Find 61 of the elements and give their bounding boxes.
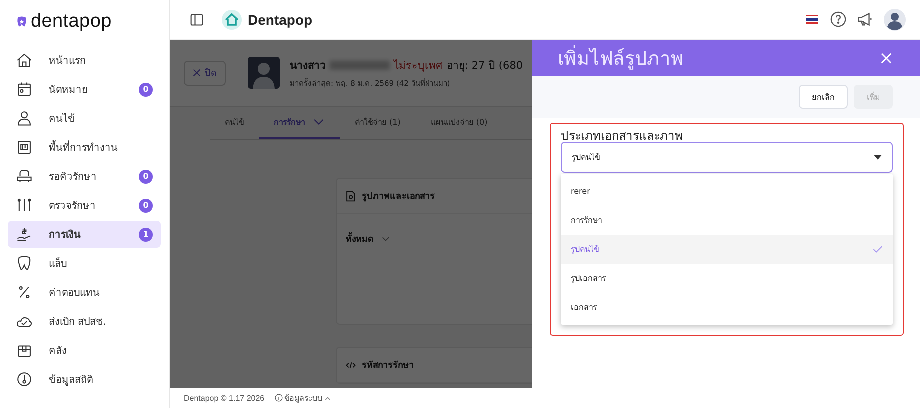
drawer-title: เพิ่มไฟล์รูปภาพ: [558, 43, 684, 73]
age-text: อายุ: 27 ปี (680: [447, 59, 524, 74]
person-icon: [16, 110, 33, 127]
tooth-icon: [16, 255, 33, 272]
dropdown-caret-icon: [874, 155, 882, 160]
dropdown-option[interactable]: รูปเอกสาร: [561, 264, 893, 293]
section-title: รหัสการรักษา: [362, 360, 414, 372]
count-badge: 0: [139, 82, 153, 96]
sidebar-item[interactable]: นัดหมาย 0: [8, 76, 161, 103]
sidebar-item[interactable]: การเงิน 1: [8, 221, 161, 248]
caret-icon: [324, 396, 331, 400]
sidebar-item[interactable]: ส่งเบิก สปสช.: [8, 308, 161, 335]
board-icon: [16, 139, 33, 156]
count-badge: 1: [139, 228, 153, 242]
field-label: ประเภทเอกสารและภาพ: [561, 130, 684, 142]
name-title: นางสาว: [290, 59, 326, 74]
money-icon: [16, 226, 33, 243]
info-icon: [274, 394, 283, 402]
close-icon[interactable]: [881, 52, 892, 64]
chevron-icon: [382, 236, 390, 242]
brand-name: dentapop: [31, 11, 112, 33]
dropdown-option[interactable]: รูปคนไข้: [561, 235, 893, 264]
calendar-icon: [16, 81, 33, 98]
sidebar-item[interactable]: พื้นที่การทำงาน: [8, 134, 161, 161]
dropdown-option[interactable]: การรักษา: [561, 206, 893, 235]
sidebar-item[interactable]: รอคิวรักษา 0: [8, 163, 161, 190]
sidebar-item[interactable]: ค่าตอบแทน: [8, 279, 161, 306]
count-badge: 0: [139, 170, 153, 184]
document-icon: [346, 190, 356, 202]
avatar-icon[interactable]: [884, 8, 906, 30]
sidebar-item[interactable]: ตรวจรักษา 0: [8, 192, 161, 219]
tooth-logo-icon: [16, 16, 28, 28]
house-logo-icon: [222, 10, 242, 30]
sidebar-toggle-icon[interactable]: [190, 12, 204, 26]
copyright-text: Dentapop © 1.17 2026: [184, 394, 265, 402]
app-title: Dentapop: [248, 12, 313, 28]
sidebar-item[interactable]: คนไข้: [8, 105, 161, 132]
dropdown-option[interactable]: rerer: [561, 177, 893, 206]
house-icon: [16, 52, 33, 69]
blurred-name: [330, 61, 390, 70]
help-icon[interactable]: [830, 11, 847, 28]
section-title: รูปภาพและเอกสาร: [362, 191, 435, 203]
code-icon: [346, 360, 356, 370]
close-icon: [193, 69, 201, 77]
count-badge: 0: [139, 198, 153, 212]
sidebar-item[interactable]: คลัง: [8, 337, 161, 364]
cancel-button[interactable]: ยกเลิก: [799, 85, 848, 109]
avatar-icon: [248, 57, 280, 89]
system-info-link[interactable]: ข้อมูลระบบ: [274, 392, 331, 404]
chair-icon: [16, 168, 33, 185]
check-icon: [873, 246, 883, 253]
dropdown-option[interactable]: เอกสาร: [561, 293, 893, 322]
chart-icon: [16, 371, 33, 388]
gender-text: ไม่ระบุเพศ: [394, 58, 443, 74]
document-type-select[interactable]: รูปคนไข้: [561, 142, 893, 173]
sidebar-item[interactable]: ข้อมูลสถิติ: [8, 366, 161, 393]
sidebar-item[interactable]: หน้าแรก: [8, 47, 161, 74]
sidebar-item[interactable]: แล็บ: [8, 250, 161, 277]
tools-icon: [16, 197, 33, 214]
flag-icon[interactable]: [806, 15, 818, 24]
megaphone-icon[interactable]: [857, 11, 874, 28]
